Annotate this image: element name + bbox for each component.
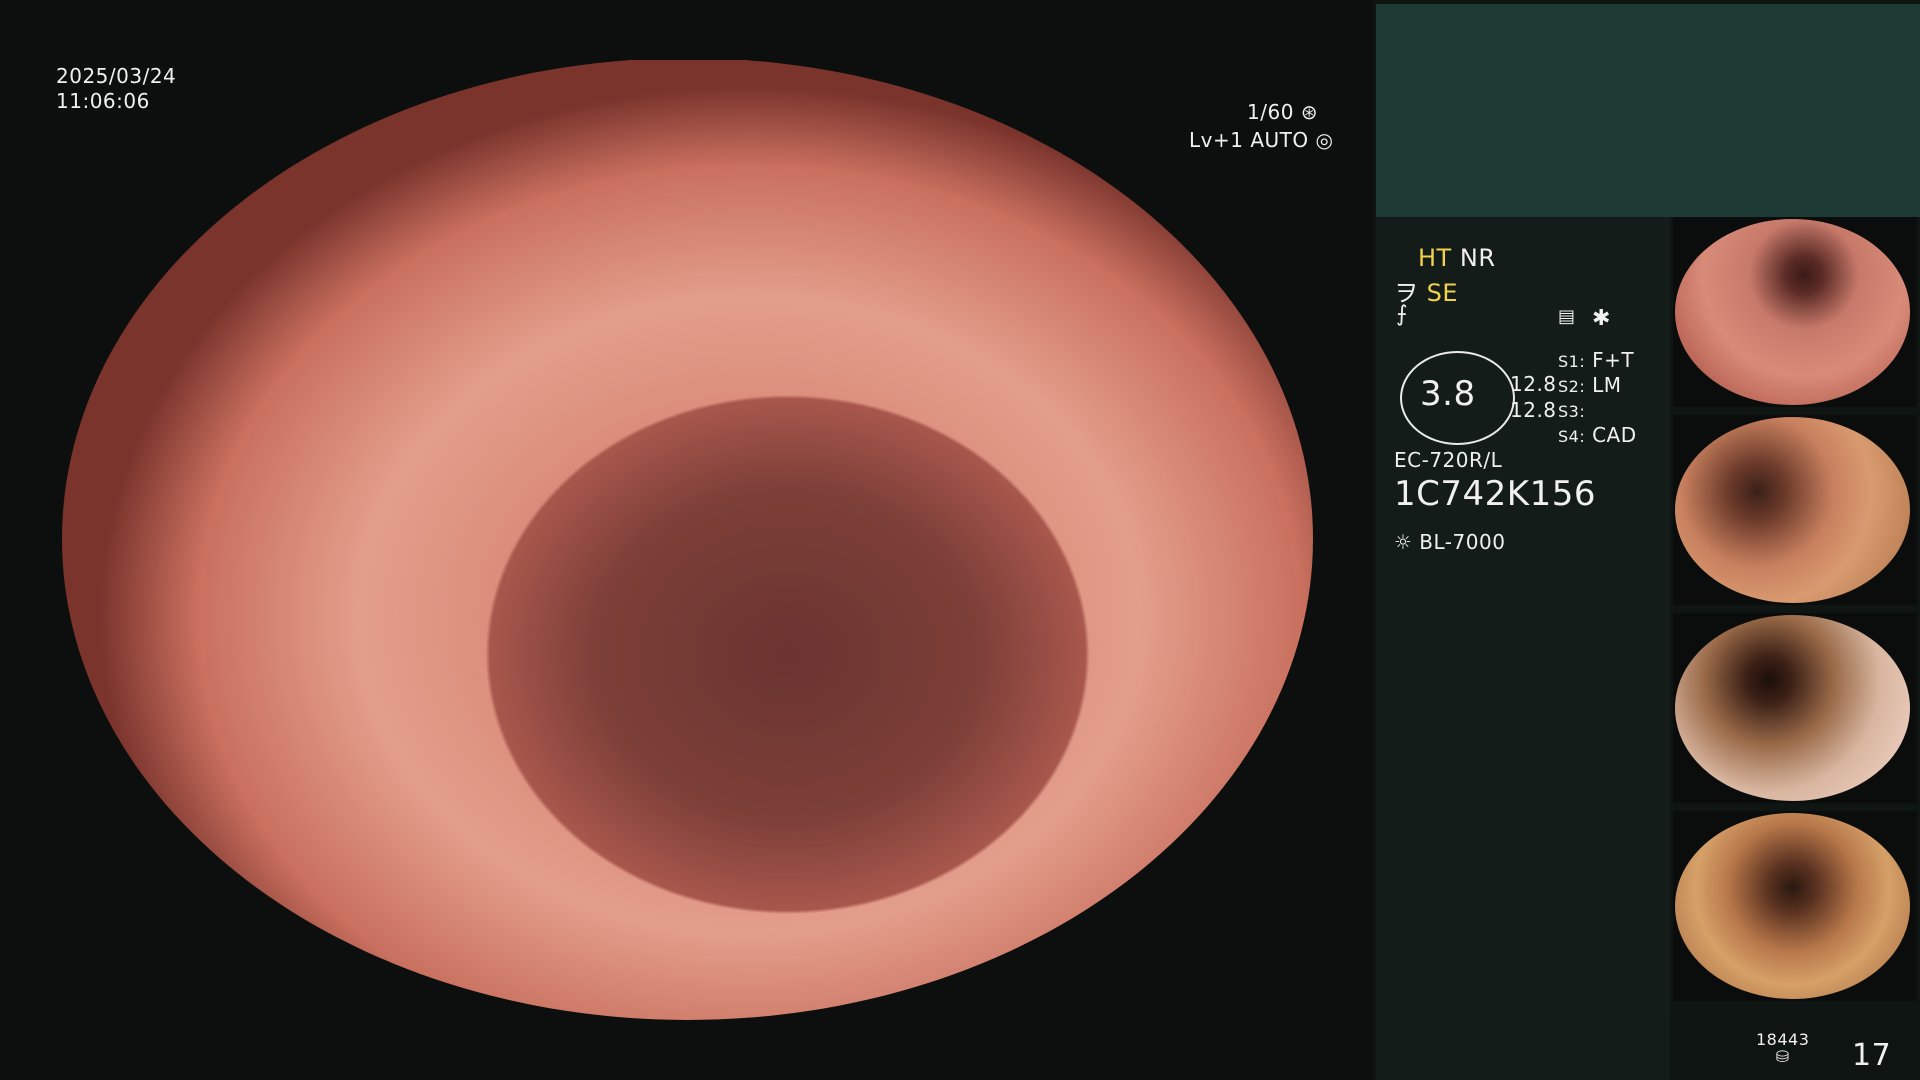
thumbnail-3[interactable]	[1673, 613, 1917, 803]
storage-icon: ⛁	[1775, 1047, 1790, 1066]
thumbnail-image-2	[1675, 417, 1910, 603]
function-icon: ⨍	[1396, 302, 1408, 327]
s1-value: F+T	[1592, 348, 1635, 372]
thumbnail-image-1	[1675, 219, 1910, 405]
s3-row: S3:	[1558, 398, 1585, 422]
level-value: Lv+1	[1189, 128, 1244, 152]
thumbnail-image-4	[1675, 813, 1910, 999]
s2-label: S2:	[1558, 377, 1586, 396]
ht-label: HT	[1418, 244, 1452, 272]
image-counter: 17	[1852, 1038, 1892, 1073]
aperture-icon: ⊛	[1300, 100, 1319, 124]
se-label: SE	[1426, 279, 1459, 307]
gauge-value: 3.8	[1420, 374, 1476, 414]
right-top-panel	[1376, 4, 1920, 217]
scope-model: EC-720R/L	[1394, 448, 1503, 472]
shutter-readout: 1/60 ⊛	[1247, 100, 1318, 124]
shutter-value: 1/60	[1247, 100, 1294, 124]
status-panel	[1376, 217, 1670, 1080]
gauge-line2: 12.8	[1510, 398, 1557, 422]
endoscope-live-view	[62, 60, 1313, 1020]
s1-row: S1: F+T	[1558, 348, 1634, 372]
s4-label: S4:	[1558, 427, 1586, 446]
light-source-icon: ☼	[1394, 530, 1413, 554]
ht-nr-row: HT NR	[1418, 244, 1496, 272]
light-source-row: ☼ BL-7000	[1394, 530, 1505, 554]
thumbnail-4[interactable]	[1673, 811, 1917, 1001]
storage-counter: 18443 ⛁	[1756, 1030, 1809, 1066]
light-source-value: BL-7000	[1419, 530, 1506, 554]
thumbnail-1[interactable]	[1673, 217, 1917, 407]
auto-iris-icon: ◎	[1315, 128, 1334, 152]
thumbnail-image-3	[1675, 615, 1910, 801]
s2-row: S2: LM	[1558, 373, 1622, 397]
auto-value: AUTO	[1250, 128, 1309, 152]
s4-value: CAD	[1592, 423, 1637, 447]
settings-icon: ▤	[1558, 306, 1576, 327]
s2-value: LM	[1592, 373, 1622, 397]
s4-row: S4: CAD	[1558, 423, 1637, 447]
date-readout: 2025/03/24	[56, 64, 177, 88]
s3-label: S3:	[1558, 402, 1586, 421]
scope-serial: 1C742K156	[1394, 474, 1596, 514]
gauge-line1: 12.8	[1510, 372, 1557, 396]
time-readout: 11:06:06	[56, 89, 150, 113]
nr-label: NR	[1459, 244, 1496, 272]
thumbnail-2[interactable]	[1673, 415, 1917, 605]
mode-readout: Lv+1 AUTO ◎	[1189, 128, 1333, 152]
asterisk-icon: ✱	[1592, 306, 1611, 331]
s1-label: S1:	[1558, 352, 1586, 371]
